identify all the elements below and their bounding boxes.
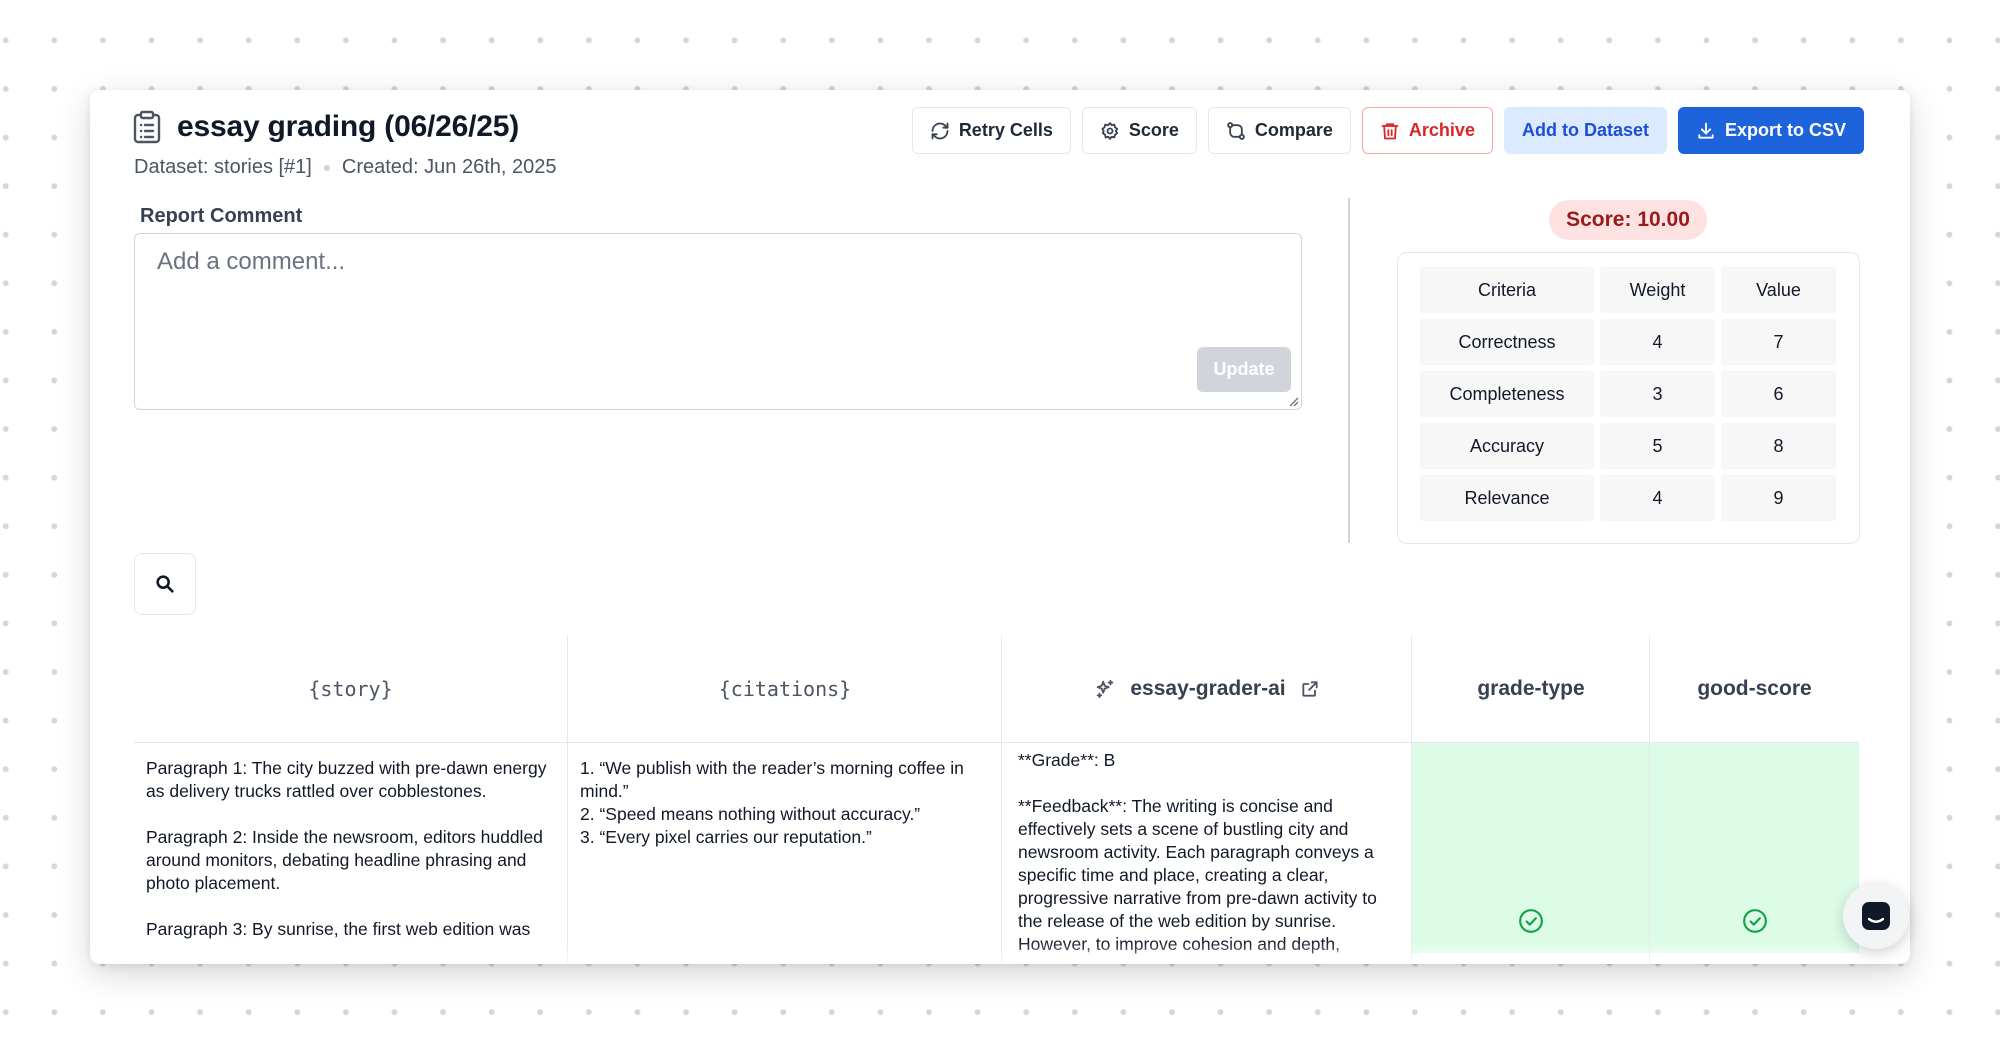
criteria-value: 7 [1721,319,1836,365]
download-icon [1698,122,1714,139]
column-header-label: essay-grader-ai [1130,677,1286,700]
report-meta: Dataset: stories [#1] Created: Jun 26th,… [134,156,556,179]
search-button[interactable] [134,553,196,615]
score-criteria-card: Criteria Weight Value Correctness 4 7 Co… [1397,252,1860,544]
criteria-value: 6 [1721,371,1836,417]
git-compare-icon [1227,121,1245,140]
score-label: Score [1128,120,1179,140]
trash-icon [1381,122,1399,139]
chat-icon [1862,902,1890,930]
criteria-weight: 3 [1600,371,1715,417]
column-header-good-score[interactable]: good-score [1650,636,1859,743]
criteria-weight: 4 [1600,475,1715,521]
story-cell[interactable]: Paragraph 1: The city buzzed with pre-da… [134,743,567,955]
update-comment-button[interactable]: Update [1197,347,1291,392]
dataset-label: Dataset: stories [#1] [134,156,312,178]
page-title: essay grading (06/26/25) [177,110,520,143]
add-to-dataset-label: Add to Dataset [1521,120,1649,140]
citations-column: {citations} 1. “We publish with the read… [567,636,1002,964]
citations-cell[interactable]: 1. “We publish with the reader’s morning… [568,743,1002,863]
sparkles-icon [1097,679,1114,699]
retry-cells-label: Retry Cells [958,120,1053,140]
compare-button[interactable]: Compare [1207,107,1351,154]
experiment-report-card: essay grading (06/26/25) Dataset: storie… [90,90,1910,964]
check-circle-icon [1519,909,1543,933]
score-button[interactable]: Score [1081,107,1197,154]
criteria-value: 9 [1721,475,1836,521]
output-column: essay-grader-ai **Grade**: B **Feedback*… [1001,636,1412,964]
criteria-name: Correctness [1420,319,1594,365]
export-csv-label: Export to CSV [1724,120,1846,140]
column-header-story[interactable]: {story} [134,636,567,743]
criteria-weight: 5 [1600,423,1715,469]
score-badge: Score: 10.00 [1549,200,1707,240]
resize-handle-icon[interactable] [1287,395,1299,407]
good-score-cell[interactable] [1650,743,1859,953]
criteria-name: Relevance [1420,475,1594,521]
criteria-weight: 4 [1600,319,1715,365]
weight-header: Weight [1600,267,1715,313]
column-header-label: grade-type [1477,677,1585,700]
column-header-citations[interactable]: {citations} [568,636,1002,743]
value-header: Value [1721,267,1836,313]
created-label: Created: Jun 26th, 2025 [341,156,557,178]
archive-button[interactable]: Archive [1361,107,1493,154]
report-comment-input[interactable] [135,234,1301,409]
story-column: {story} Paragraph 1: The city buzzed wit… [134,636,567,964]
column-header-label: good-score [1697,677,1812,700]
column-header-label: {citations} [718,677,852,701]
clipboard-list-icon [133,110,163,144]
column-header-grade-type[interactable]: grade-type [1412,636,1650,743]
report-comment-label: Report Comment [140,205,303,227]
check-circle-icon [1742,909,1767,933]
output-cell[interactable]: **Grade**: B **Feedback**: The writing i… [1002,743,1412,964]
grade-type-cell[interactable] [1412,743,1650,953]
external-link-icon[interactable] [1300,679,1320,699]
criteria-value: 8 [1721,423,1836,469]
title-row: essay grading (06/26/25) [133,110,519,144]
criteria-table: Criteria Weight Value Correctness 4 7 Co… [1420,267,1837,521]
report-comment-box: Update [134,233,1302,410]
column-header-label: {story} [308,677,393,701]
criteria-header: Criteria [1420,267,1594,313]
vertical-divider [1348,198,1350,543]
good-score-column: good-score [1649,636,1859,964]
retry-cells-button[interactable]: Retry Cells [911,107,1071,154]
results-table: {story} Paragraph 1: The city buzzed wit… [134,636,1859,964]
chat-widget-button[interactable] [1843,883,1909,949]
export-csv-button[interactable]: Export to CSV [1677,107,1864,154]
toolbar: Retry Cells Score Compare Archive Add to… [911,107,1864,154]
criteria-name: Accuracy [1420,423,1594,469]
grade-type-column: grade-type [1411,636,1650,964]
search-icon [156,575,174,593]
gear-icon [1101,121,1118,140]
column-header-essay-grader-ai[interactable]: essay-grader-ai [1002,636,1412,743]
compare-label: Compare [1254,120,1333,140]
add-to-dataset-button[interactable]: Add to Dataset [1503,107,1667,154]
separator-dot [323,164,330,171]
criteria-name: Completeness [1420,371,1594,417]
archive-label: Archive [1408,120,1475,140]
refresh-icon [931,122,949,139]
